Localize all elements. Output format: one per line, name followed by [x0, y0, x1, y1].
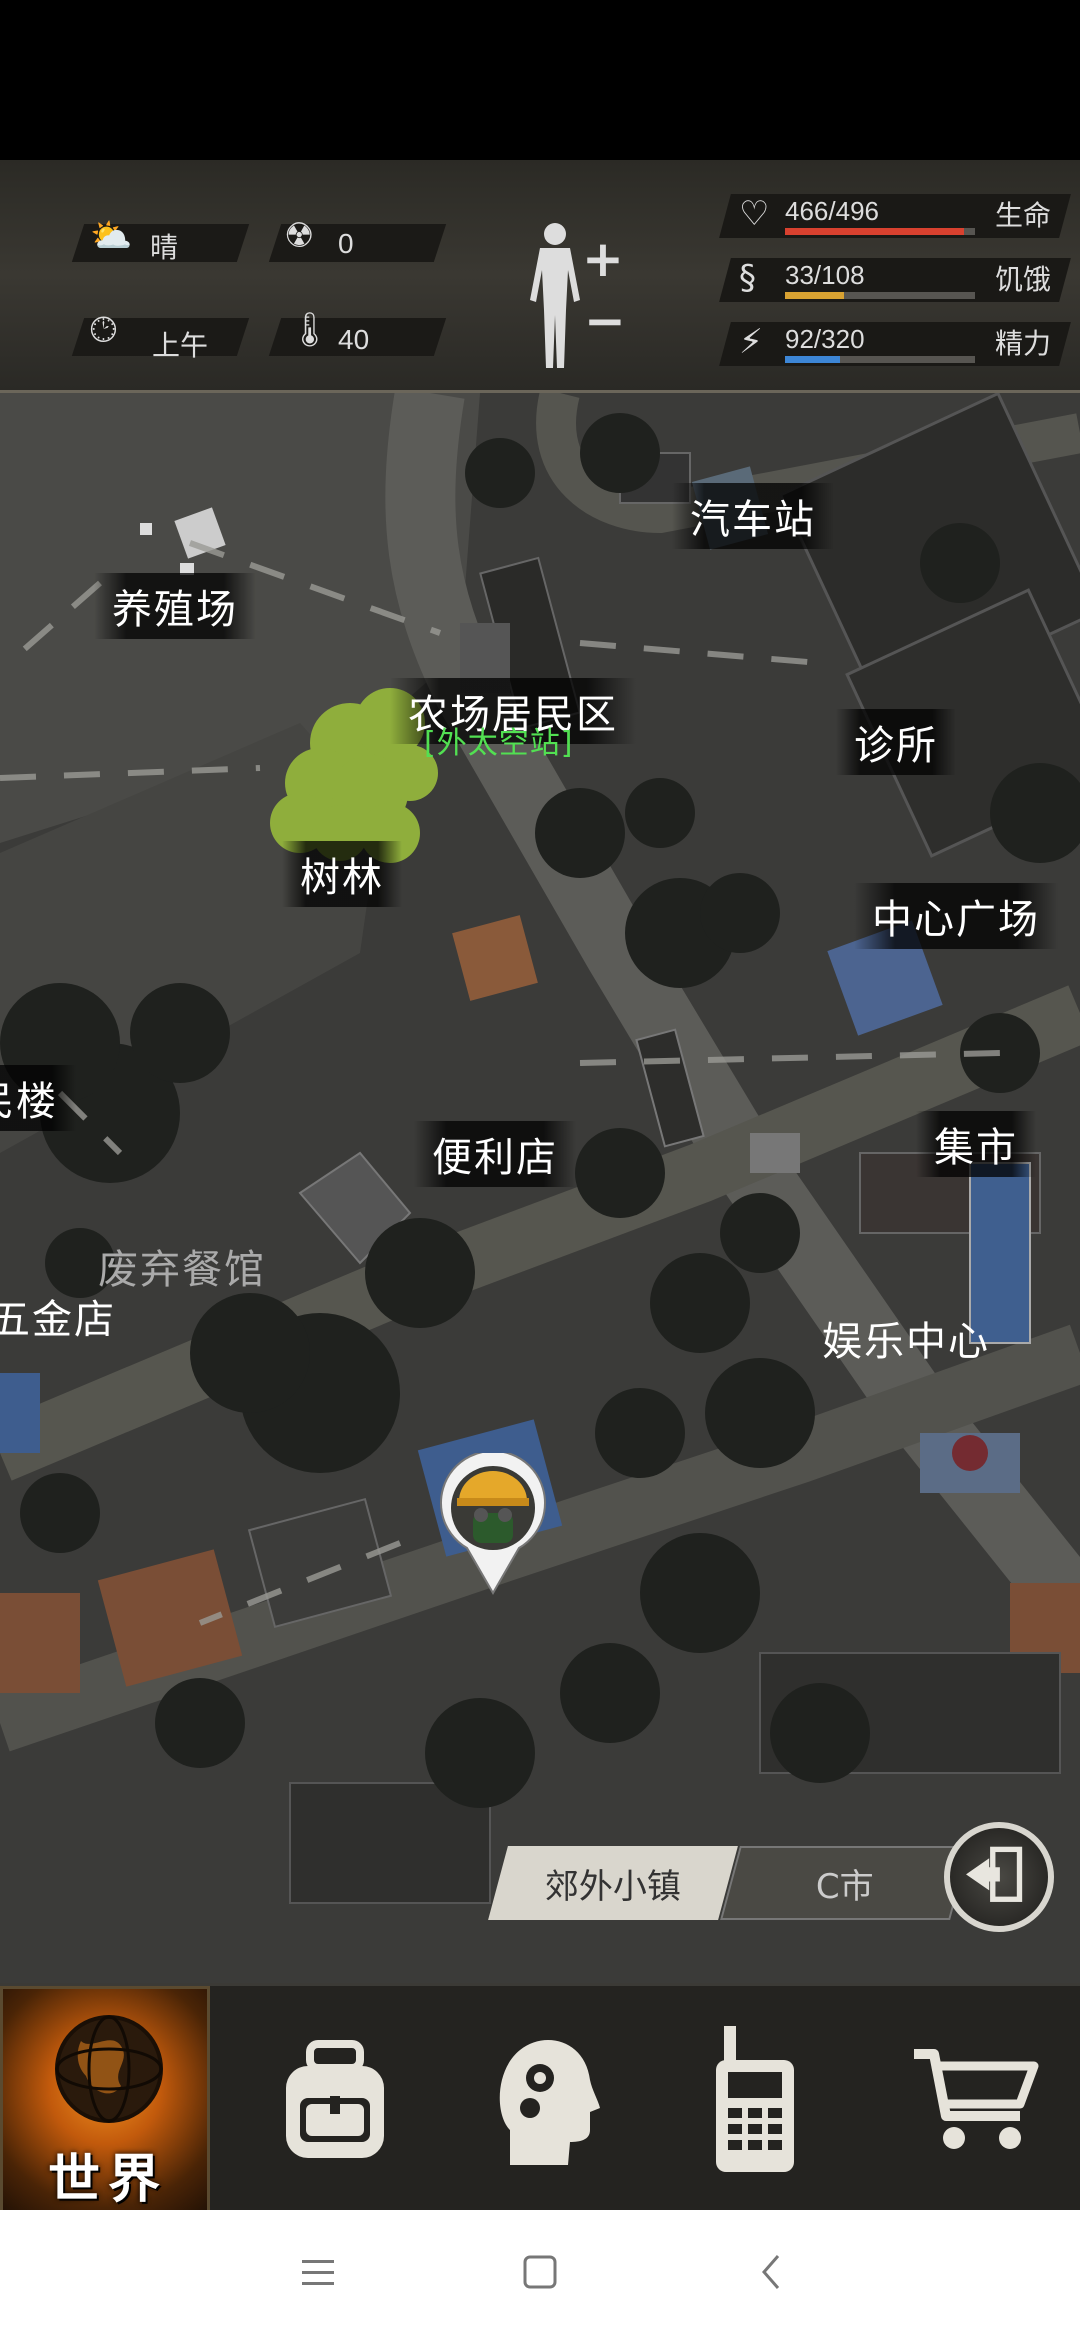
energy-label: 精力 — [995, 327, 1052, 360]
health-bar — [785, 228, 975, 235]
world-map[interactable]: 汽车站 养殖场 农场居民区 [外太空站] 诊所 树林 中心广场 民楼 便利店 集… — [0, 393, 1080, 1983]
hunger-label: 饥饿 — [995, 263, 1052, 296]
heart-icon: ♡ — [739, 194, 770, 234]
bottom-nav: 世界 — [0, 1983, 1080, 2213]
back-icon[interactable] — [752, 2248, 792, 2298]
nav-world-label: 世界 — [47, 2150, 168, 2210]
weather-value: 晴 — [150, 232, 179, 263]
location-hardware-store[interactable]: 五金店 — [0, 1283, 134, 1349]
menu-icon[interactable] — [298, 2248, 338, 2298]
health-value: 466/496 — [785, 196, 879, 226]
plus-icon: + — [582, 230, 624, 288]
region-tab-city-label: C市 — [816, 1866, 874, 1907]
location-convenience-store[interactable]: 便利店 — [414, 1121, 576, 1187]
health-label: 生命 — [995, 199, 1052, 232]
radiation-value: 0 — [338, 228, 354, 259]
home-icon[interactable] — [520, 2248, 560, 2298]
globe-icon — [55, 2015, 163, 2123]
location-clinic[interactable]: 诊所 — [836, 709, 956, 775]
location-central-square[interactable]: 中心广场 — [854, 883, 1058, 949]
system-nav-bar — [0, 2210, 1080, 2340]
nav-inventory-tab[interactable] — [230, 1986, 440, 2213]
status-bar — [0, 0, 1080, 160]
nav-skills-tab[interactable] — [440, 1986, 650, 2213]
energy-value: 92/320 — [785, 324, 865, 354]
exit-door-button[interactable] — [944, 1822, 1054, 1932]
minus-icon: − — [584, 292, 626, 350]
location-farm[interactable]: 养殖场 — [94, 573, 256, 639]
nav-radio-tab[interactable] — [650, 1986, 860, 2213]
location-entertainment-center[interactable]: 娱乐中心 — [804, 1305, 1008, 1371]
location-woods[interactable]: 树林 — [282, 841, 402, 907]
radiation-icon: ☢ — [284, 216, 315, 256]
region-tab-active[interactable]: 郊外小镇 — [488, 1846, 738, 1920]
nav-shop-tab[interactable] — [870, 1986, 1080, 2213]
stomach-icon: § — [739, 258, 756, 298]
hunger-value: 33/108 — [785, 260, 865, 290]
region-tab-active-label: 郊外小镇 — [545, 1866, 681, 1907]
backpack-icon — [286, 2040, 384, 2158]
player-location-pin[interactable] — [437, 1453, 549, 1603]
energy-icon: ⚡ — [739, 322, 763, 362]
time-value: 上午 — [152, 330, 209, 361]
temperature-value: 40 — [338, 324, 370, 355]
location-bus-station[interactable]: 汽车站 — [672, 483, 834, 549]
hunger-bar — [785, 292, 975, 299]
location-farm-residential-sub: [外太空站] — [424, 726, 574, 761]
thermometer-icon: 🌡︎ — [288, 310, 332, 350]
cart-icon — [914, 2049, 1039, 2149]
hud-panel: ⛅ 晴 ☢ 0 🕑︎ 上午 🌡︎ 40 + − ♡ 466/496 生命 § 3… — [0, 160, 1080, 393]
hunger-stat: § 33/108 饥饿 — [719, 252, 1071, 306]
energy-stat: ⚡ 92/320 精力 — [719, 316, 1071, 370]
partly-cloudy-icon: ⛅ — [90, 216, 133, 256]
nav-world-tab[interactable]: 世界 — [0, 1986, 210, 2213]
skills-head-icon — [499, 2040, 600, 2165]
energy-bar — [785, 356, 975, 363]
clock-icon: 🕑︎ — [90, 310, 117, 350]
region-tab-city[interactable]: C市 — [720, 1846, 970, 1920]
location-apartment[interactable]: 民楼 — [0, 1065, 76, 1131]
health-stat: ♡ 466/496 生命 — [719, 188, 1071, 242]
location-market[interactable]: 集市 — [916, 1111, 1036, 1177]
radio-icon — [716, 2026, 794, 2172]
